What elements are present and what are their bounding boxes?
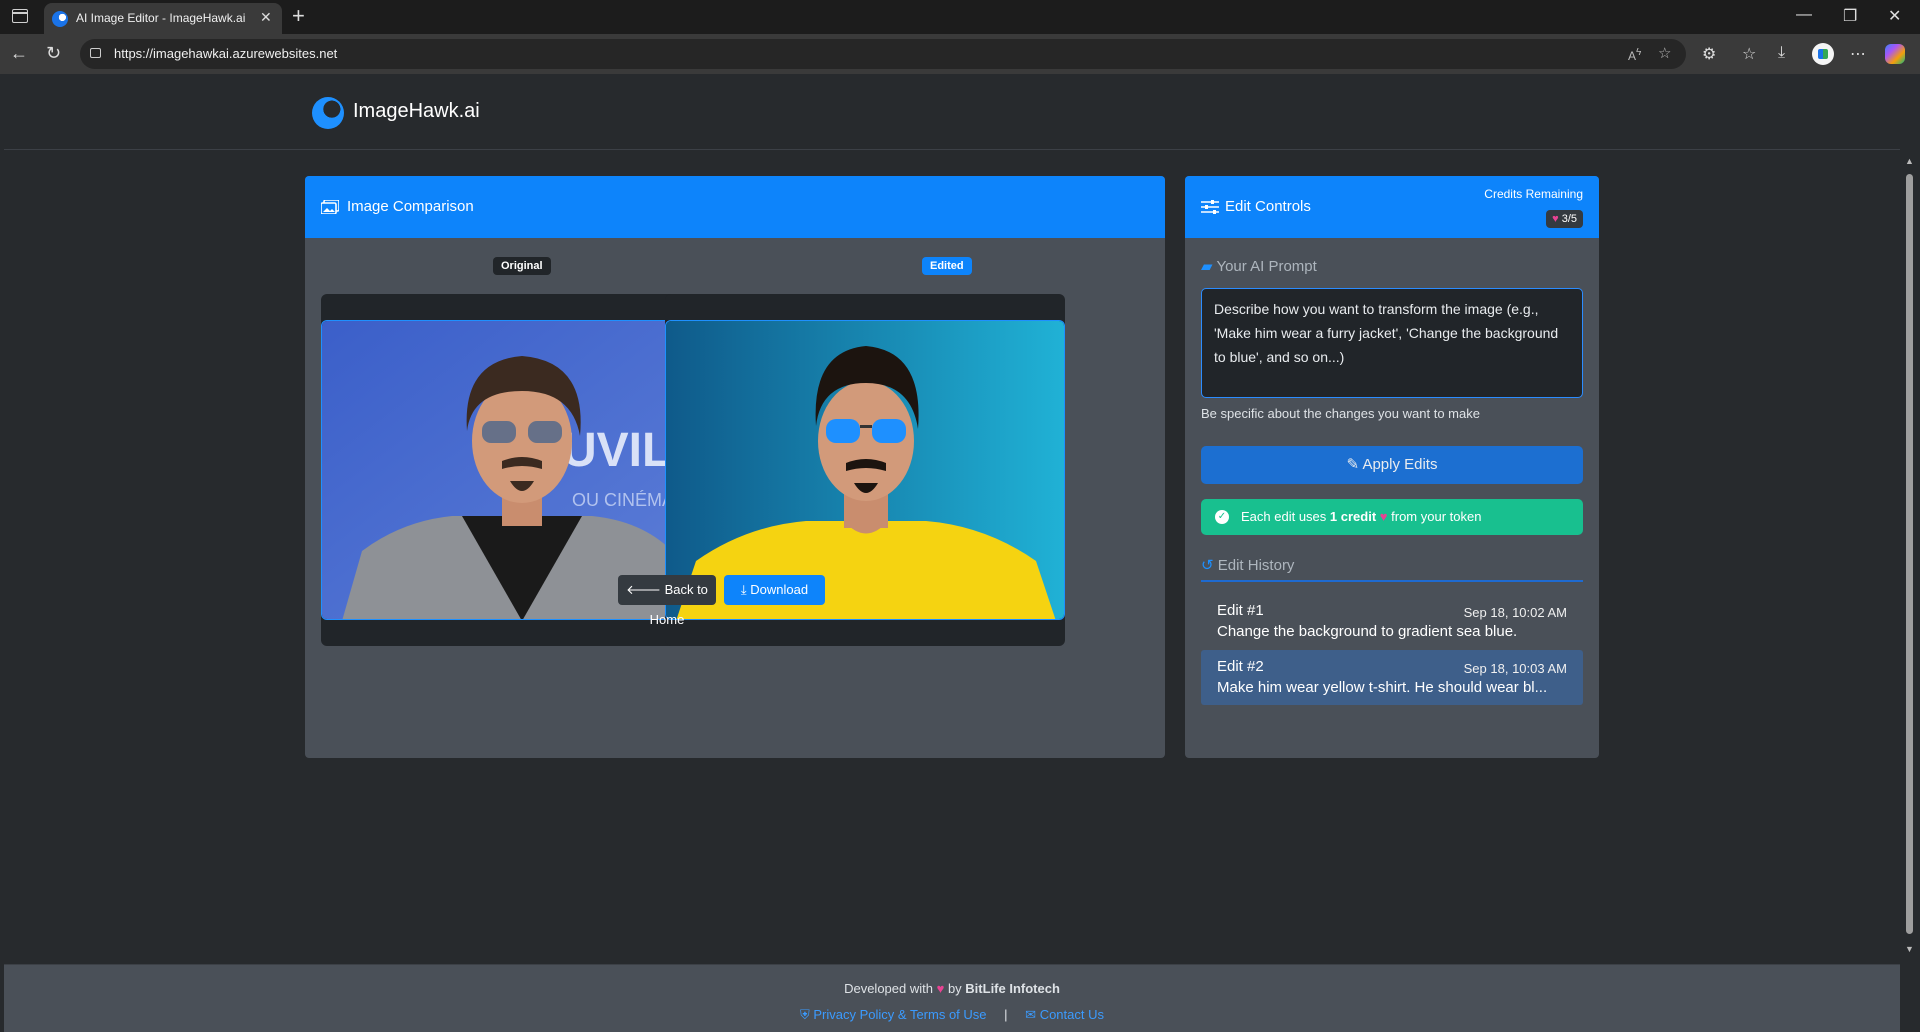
prompt-hint: Be specific about the changes you want t… <box>1201 406 1480 421</box>
history-icon: ↺ <box>1201 557 1214 574</box>
copilot-icon[interactable] <box>1885 44 1905 64</box>
images-icon <box>321 200 339 214</box>
downloads-icon[interactable]: ⤓ <box>1778 44 1785 62</box>
scroll-down-icon[interactable]: ▼ <box>1905 944 1914 954</box>
sliders-icon <box>1201 200 1219 214</box>
credit-info-alert: ✓ Each edit uses 1 credit ♥ from your to… <box>1201 499 1583 535</box>
hawk-logo-icon[interactable] <box>312 97 344 129</box>
edit-history-title-text: Edit History <box>1217 557 1295 574</box>
back-arrow-icon[interactable]: ← <box>10 43 28 64</box>
info-credit: 1 credit <box>1329 509 1377 524</box>
scroll-thumb[interactable] <box>1906 174 1913 934</box>
company-name[interactable]: BitLife Infotech <box>965 981 1060 996</box>
url-text: https://imagehawkai.azurewebsites.net <box>114 46 338 61</box>
developed-with-text: Developed with <box>844 981 933 996</box>
favorite-star-icon[interactable]: ☆ <box>1658 44 1671 62</box>
credits-value: 3/5 <box>1561 213 1577 225</box>
history-item[interactable]: Edit #1 Change the background to gradien… <box>1201 594 1583 649</box>
site-header: ImageHawk.ai <box>4 74 1900 150</box>
prompt-label-text: Your AI Prompt <box>1216 258 1317 275</box>
footer-links: ⛨ Privacy Policy & Terms of Use | ✉ Cont… <box>4 1007 1900 1023</box>
tab-close-icon[interactable]: ✕ <box>260 9 272 26</box>
profile-avatar-icon[interactable] <box>1812 43 1834 65</box>
restore-icon[interactable]: ❐ <box>1843 6 1857 26</box>
footer-heart-icon: ♥ <box>936 981 945 996</box>
contact-link[interactable]: ✉ Contact Us <box>1025 1007 1104 1022</box>
controls-card-header: Edit Controls Credits Remaining ♥ 3/5 <box>1185 176 1599 238</box>
read-aloud-icon[interactable]: Aϟ <box>1628 47 1641 63</box>
brand-name[interactable]: ImageHawk.ai <box>353 100 480 123</box>
site-favicon-icon <box>52 11 68 27</box>
privacy-link[interactable]: ⛨ Privacy Policy & Terms of Use <box>800 1007 990 1022</box>
history-item-text: Make him wear yellow t-shirt. He should … <box>1217 679 1548 696</box>
page-scrollbar[interactable]: ▲ ▼ <box>1900 74 1920 1032</box>
extensions-icon[interactable]: ⚙ <box>1702 44 1716 64</box>
edit-history-header: ↺ Edit History <box>1201 556 1583 582</box>
edit-icon: ✎ <box>1346 456 1360 473</box>
more-menu-icon[interactable]: ⋯ <box>1850 44 1866 64</box>
by-text: by <box>947 981 962 996</box>
edit-history-title: ↺ Edit History <box>1201 557 1294 574</box>
svg-text:OU CINÉMA: OU CINÉMA <box>572 490 674 510</box>
history-item-date: Sep 18, 10:03 AM <box>1463 661 1567 676</box>
comparison-card-header: Image Comparison <box>305 176 1165 238</box>
apply-edits-button[interactable]: ✎ Apply Edits <box>1201 446 1583 484</box>
lock-icon <box>90 48 101 58</box>
heart-icon: ♥ <box>1552 213 1559 225</box>
window-menu-icon[interactable] <box>12 9 28 23</box>
info-prefix: Each edit uses <box>1241 509 1327 524</box>
download-label: Download <box>750 582 809 597</box>
info-suffix: from your token <box>1391 509 1482 524</box>
comparison-title: Image Comparison <box>347 198 474 215</box>
browser-address-bar: ← ↻ https://imagehawkai.azurewebsites.ne… <box>0 34 1920 74</box>
edited-badge: Edited <box>922 257 972 275</box>
envelope-icon: ✉ <box>1025 1007 1037 1022</box>
comment-icon: ▰ <box>1201 258 1213 275</box>
arrow-left-icon: 🡐 <box>626 582 661 597</box>
download-button[interactable]: ⤓ Download <box>724 575 825 605</box>
scroll-up-icon[interactable]: ▲ <box>1905 156 1914 166</box>
url-field[interactable]: https://imagehawkai.azurewebsites.net Aϟ… <box>80 39 1686 69</box>
close-window-icon[interactable]: ✕ <box>1888 6 1901 26</box>
privacy-link-label: Privacy Policy & Terms of Use <box>813 1007 987 1022</box>
minimize-icon[interactable]: — <box>1796 6 1812 24</box>
browser-tab[interactable]: AI Image Editor - ImageHawk.ai ✕ <box>44 3 282 34</box>
new-tab-icon[interactable]: + <box>292 3 305 29</box>
history-item-text: Change the background to gradient sea bl… <box>1217 623 1518 640</box>
image-comparison-card: Image Comparison Original Edited UVILLE … <box>305 176 1165 758</box>
original-badge: Original <box>493 257 551 275</box>
browser-tab-bar: AI Image Editor - ImageHawk.ai ✕ + — ❐ ✕ <box>0 0 1920 34</box>
download-icon: ⤓ <box>740 582 747 597</box>
tab-title: AI Image Editor - ImageHawk.ai <box>76 11 246 25</box>
info-heart-icon: ♥ <box>1379 509 1388 524</box>
favorites-icon[interactable]: ☆ <box>1742 44 1756 64</box>
history-item-date: Sep 18, 10:02 AM <box>1463 605 1567 620</box>
shield-icon: ⛨ <box>799 1007 810 1022</box>
apply-edits-label: Apply Edits <box>1362 456 1438 473</box>
check-circle-icon: ✓ <box>1215 510 1229 524</box>
prompt-textarea[interactable]: Describe how you want to transform the i… <box>1201 288 1583 398</box>
page: ImageHawk.ai Image Comparison Original E… <box>4 74 1900 1032</box>
site-footer: Developed with ♥ by BitLife Infotech ⛨ P… <box>4 964 1900 1032</box>
refresh-icon[interactable]: ↻ <box>46 43 61 64</box>
contact-link-label: Contact Us <box>1039 1007 1104 1022</box>
footer-credit: Developed with ♥ by BitLife Infotech <box>4 981 1900 996</box>
history-item[interactable]: Edit #2 Make him wear yellow t-shirt. He… <box>1201 650 1583 705</box>
edit-controls-card: Edit Controls Credits Remaining ♥ 3/5 ▰ … <box>1185 176 1599 758</box>
credits-badge: ♥ 3/5 <box>1546 210 1583 228</box>
back-to-home-button[interactable]: 🡐 Back to Home <box>618 575 716 627</box>
prompt-label: ▰ Your AI Prompt <box>1201 257 1317 275</box>
controls-title: Edit Controls <box>1225 198 1311 215</box>
credits-label: Credits Remaining <box>1484 187 1583 201</box>
footer-separator: | <box>1004 1007 1008 1022</box>
